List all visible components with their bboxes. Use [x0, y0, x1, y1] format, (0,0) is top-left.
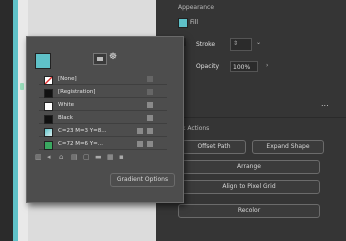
new-group-icon[interactable]: ▢ — [83, 153, 90, 161]
swatches-popup: ☸ [None] [Registration] White Black C=23… — [26, 36, 184, 203]
swatch-options-icon[interactable]: ⌂ — [59, 153, 63, 161]
none-slash-icon — [45, 77, 52, 84]
selection-handle[interactable] — [20, 83, 24, 90]
align-pixel-grid-button[interactable]: Align to Pixel Grid — [178, 180, 320, 194]
quick-actions-title: k Actions — [182, 125, 210, 132]
white-swatch — [44, 102, 53, 111]
fill-preview-swatch[interactable] — [35, 53, 51, 69]
swatch-library-icon[interactable]: ▥ — [35, 153, 42, 161]
chevron-down-icon[interactable]: ⌄ — [256, 39, 266, 48]
global-color-icon — [137, 128, 143, 134]
swatch-label: C=72 M=6 Y=... — [58, 141, 104, 147]
chevron-right-icon[interactable]: › — [266, 62, 268, 69]
opacity-field[interactable]: 100% — [230, 61, 258, 72]
swatch-label: White — [58, 102, 74, 108]
grid-view-icon[interactable] — [93, 53, 107, 65]
stroke-weight-field[interactable]: ⇕ — [230, 38, 252, 51]
black-swatch — [44, 115, 53, 124]
registration-icon — [147, 89, 153, 95]
swatch-row[interactable]: C=23 M=3 Y=8... — [39, 126, 167, 137]
process-color-icon — [147, 128, 153, 134]
fill-label: Fill — [190, 19, 199, 26]
swatch-label: [None] — [58, 76, 77, 82]
properties-panel: Appearance Fill Stroke ⇕ ⌄ Opacity 100% … — [156, 0, 346, 241]
swatch-label: Black — [58, 115, 73, 121]
appearance-title: Appearance — [178, 4, 215, 11]
swatch-toolbar: ▥ ◂ ⌂ ▤ ▢ ▬ ▦ ▪ — [33, 153, 173, 163]
arrange-button[interactable]: Arrange — [178, 160, 320, 174]
offset-path-button[interactable]: Offset Path — [182, 140, 246, 154]
fill-swatch[interactable] — [178, 18, 188, 28]
more-options-icon[interactable]: ... — [321, 99, 329, 108]
color-group-icon[interactable]: ▤ — [71, 153, 78, 161]
swatch-row[interactable]: C=72 M=6 Y=... — [39, 139, 167, 150]
stroke-label: Stroke — [196, 41, 216, 48]
process-color-icon — [147, 115, 153, 121]
recolor-button[interactable]: Recolor — [178, 204, 320, 218]
swatch-row[interactable]: Black — [39, 113, 167, 124]
swatch-row[interactable]: [None] — [39, 74, 167, 85]
green-swatch — [44, 141, 53, 150]
delete-swatch-icon[interactable]: ▪ — [119, 153, 124, 161]
expand-shape-button[interactable]: Expand Shape — [252, 140, 324, 154]
new-swatch-icon[interactable]: ▦ — [107, 153, 114, 161]
section-divider — [156, 117, 346, 118]
swatch-row[interactable]: [Registration] — [39, 87, 167, 98]
swatch-row[interactable]: White — [39, 100, 167, 111]
global-color-icon — [137, 141, 143, 147]
none-swatch-icon — [44, 76, 53, 85]
gradient-swatch — [44, 128, 53, 137]
folder-icon[interactable]: ▬ — [95, 153, 102, 161]
no-edit-icon — [147, 76, 153, 82]
swatch-label: [Registration] — [58, 89, 96, 95]
color-mixer-icon[interactable]: ☸ — [109, 51, 121, 63]
gradient-options-button[interactable]: Gradient Options — [110, 173, 175, 187]
opacity-label: Opacity — [196, 63, 220, 70]
stepper-icon[interactable]: ⇕ — [233, 40, 238, 47]
process-color-icon — [147, 141, 153, 147]
process-color-icon — [147, 102, 153, 108]
swatch-label: C=23 M=3 Y=8... — [58, 128, 107, 134]
registration-swatch — [44, 89, 53, 98]
show-kinds-icon[interactable]: ◂ — [47, 153, 51, 161]
